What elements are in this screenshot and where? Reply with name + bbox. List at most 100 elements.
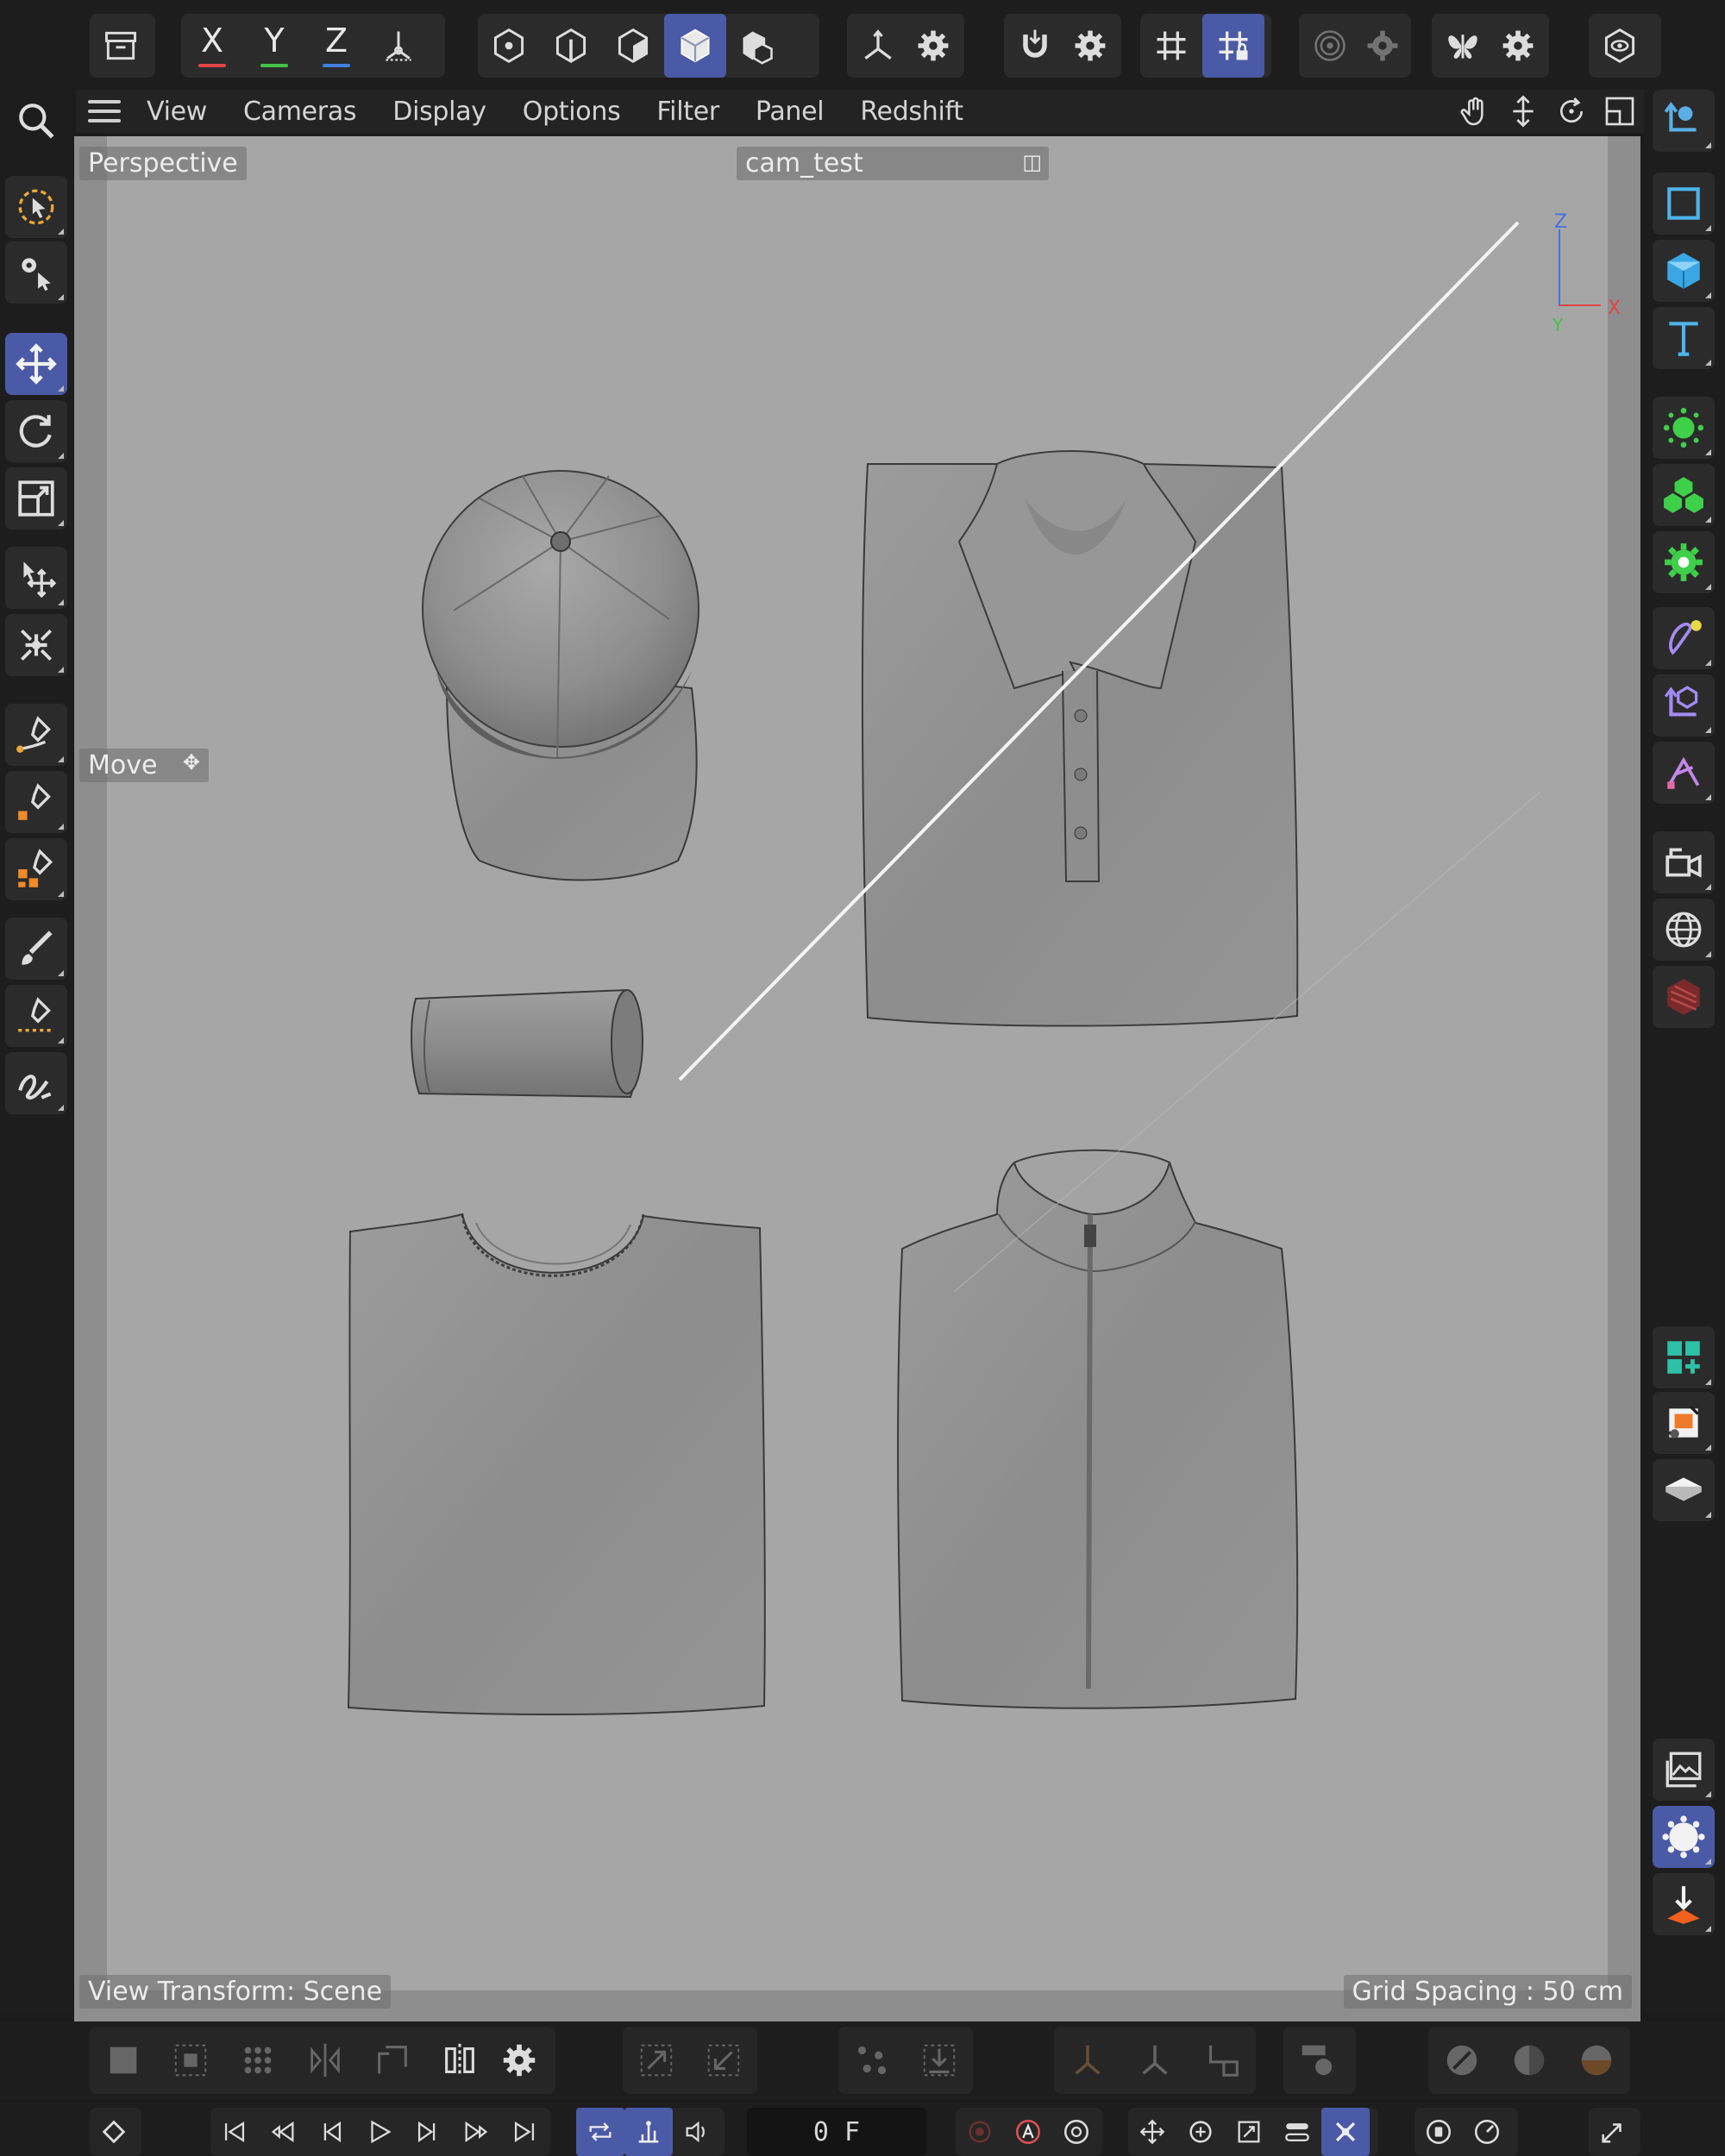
object-manager-button[interactable] — [90, 14, 152, 78]
symmetry-settings-button[interactable] — [1494, 14, 1542, 78]
array-generator-button[interactable] — [1653, 397, 1715, 459]
menu-options[interactable]: Options — [523, 97, 621, 127]
menu-view[interactable]: View — [147, 97, 207, 127]
timeline-markers-button[interactable] — [624, 2108, 673, 2156]
menu-panel[interactable]: Panel — [756, 97, 825, 127]
render-settings-button[interactable] — [1653, 1806, 1715, 1868]
key-position-button[interactable] — [1128, 2108, 1176, 2156]
motion-record-button[interactable] — [1414, 2108, 1463, 2156]
select-all-button[interactable] — [90, 2027, 157, 2094]
polygons-mode-button[interactable] — [602, 14, 664, 78]
mirror-button[interactable] — [292, 2027, 359, 2094]
rotate-tool-button[interactable] — [5, 400, 67, 462]
x-axis-button[interactable]: X — [181, 14, 243, 78]
scale-tool-button[interactable] — [5, 467, 67, 530]
axis-modification-button[interactable] — [847, 14, 909, 78]
keyframe-selection-button[interactable] — [1052, 2108, 1101, 2156]
render-to-picture-viewer-button[interactable] — [1653, 1873, 1715, 1935]
field-button[interactable] — [1653, 674, 1715, 736]
sculpt-brush-button[interactable] — [1428, 2027, 1496, 2094]
z-axis-button[interactable]: Z — [305, 14, 367, 78]
zip-jacket-model[interactable] — [897, 1149, 1299, 1709]
camera-name-field[interactable]: cam_test ◫ — [737, 147, 1049, 180]
axis-to-parent-button[interactable] — [1189, 2027, 1256, 2094]
active-tool-hud[interactable]: Move ✥ — [79, 749, 209, 782]
null-object-button[interactable] — [1653, 172, 1715, 235]
align-button[interactable] — [359, 2027, 426, 2094]
model-mode-button[interactable] — [664, 14, 726, 78]
sculpt-smooth-button[interactable] — [1496, 2027, 1563, 2094]
next-key-button[interactable] — [452, 2108, 500, 2156]
spline-sketch-button[interactable] — [5, 771, 67, 833]
next-frame-button[interactable] — [404, 2108, 452, 2156]
menu-filter[interactable]: Filter — [656, 97, 719, 127]
axis-to-object-button[interactable] — [1121, 2027, 1189, 2094]
locked-workplane-button[interactable] — [1202, 14, 1264, 78]
t-shirt-model[interactable] — [347, 1213, 766, 1715]
camera-link-icon[interactable]: ◫ — [1022, 150, 1042, 174]
baseball-cap-model[interactable] — [422, 470, 699, 881]
move-tool-button[interactable] — [5, 333, 67, 395]
text-object-button[interactable] — [1653, 307, 1715, 369]
floor-object-button[interactable] — [1653, 1459, 1715, 1521]
points-mode-button[interactable] — [478, 14, 540, 78]
center-axis-button[interactable] — [1054, 2027, 1121, 2094]
interactive-render-button[interactable] — [1283, 2027, 1351, 2094]
record-button[interactable] — [956, 2108, 1004, 2156]
effector-button[interactable] — [1653, 531, 1715, 593]
hamburger-menu-icon[interactable] — [88, 100, 121, 122]
scatter-points-button[interactable] — [838, 2027, 906, 2094]
current-frame-field[interactable]: 0 F — [747, 2108, 926, 2156]
edges-mode-button[interactable] — [540, 14, 602, 78]
maximize-view-button[interactable] — [1596, 94, 1644, 128]
select-grow-button[interactable] — [224, 2027, 292, 2094]
soft-selection-settings-button[interactable] — [1361, 14, 1404, 78]
placement-tool-button[interactable] — [5, 614, 67, 676]
material-manager-button[interactable] — [1653, 1326, 1715, 1388]
key-rotation-button[interactable] — [1176, 2108, 1225, 2156]
loop-button[interactable] — [576, 2108, 624, 2156]
autokey-button[interactable] — [1004, 2108, 1052, 2156]
brush-tool-button[interactable] — [5, 918, 67, 980]
coordinate-system-button[interactable] — [367, 14, 430, 78]
picture-viewer-button[interactable] — [1653, 1739, 1715, 1801]
redshift-object-button[interactable] — [1653, 966, 1715, 1028]
transfer-tool-button[interactable] — [5, 547, 67, 609]
tags-button[interactable] — [1653, 1392, 1715, 1454]
uv-mode-button[interactable] — [726, 14, 788, 78]
object-hierarchy-button[interactable] — [1653, 90, 1715, 152]
symmetry-button[interactable] — [1432, 14, 1494, 78]
snap-settings-button[interactable] — [1066, 14, 1114, 78]
axis-settings-button[interactable] — [909, 14, 957, 78]
live-selection-button[interactable] — [5, 176, 67, 238]
select-connected-button[interactable] — [157, 2027, 224, 2094]
symmetry-axis-button[interactable] — [426, 2027, 493, 2094]
camera-object-button[interactable] — [1653, 831, 1715, 893]
y-axis-button[interactable]: Y — [243, 14, 305, 78]
modeling-settings-button[interactable] — [493, 2027, 545, 2094]
timeline-expand-button[interactable] — [1589, 2108, 1637, 2156]
cloner-button[interactable] — [1653, 464, 1715, 526]
tweak-button[interactable] — [5, 241, 67, 304]
previous-frame-button[interactable] — [307, 2108, 355, 2156]
spline-pen-button[interactable] — [5, 704, 67, 766]
go-to-start-button[interactable] — [210, 2108, 259, 2156]
environment-button[interactable] — [1653, 899, 1715, 961]
menu-display[interactable]: Display — [392, 97, 486, 127]
menu-cameras[interactable]: Cameras — [243, 97, 357, 127]
key-scale-button[interactable] — [1225, 2108, 1273, 2156]
uv-shrink-button[interactable] — [690, 2027, 757, 2094]
spline-arc-button[interactable] — [5, 1052, 67, 1114]
deformer-button[interactable] — [1653, 607, 1715, 669]
play-button[interactable] — [355, 2108, 404, 2156]
menu-redshift[interactable]: Redshift — [860, 97, 963, 127]
search-button[interactable] — [5, 90, 67, 152]
view-mode-button[interactable] — [1589, 14, 1651, 78]
perspective-viewport[interactable]: Z X Y Perspective cam_test ◫ Move ✥ View… — [74, 136, 1640, 2021]
motion-settings-button[interactable] — [1463, 2108, 1511, 2156]
go-to-end-button[interactable] — [500, 2108, 549, 2156]
key-parameter-button[interactable] — [1273, 2108, 1321, 2156]
grid-button[interactable] — [1140, 14, 1202, 78]
spline-points-button[interactable] — [5, 838, 67, 900]
spline-deformer-button[interactable] — [1653, 742, 1715, 804]
